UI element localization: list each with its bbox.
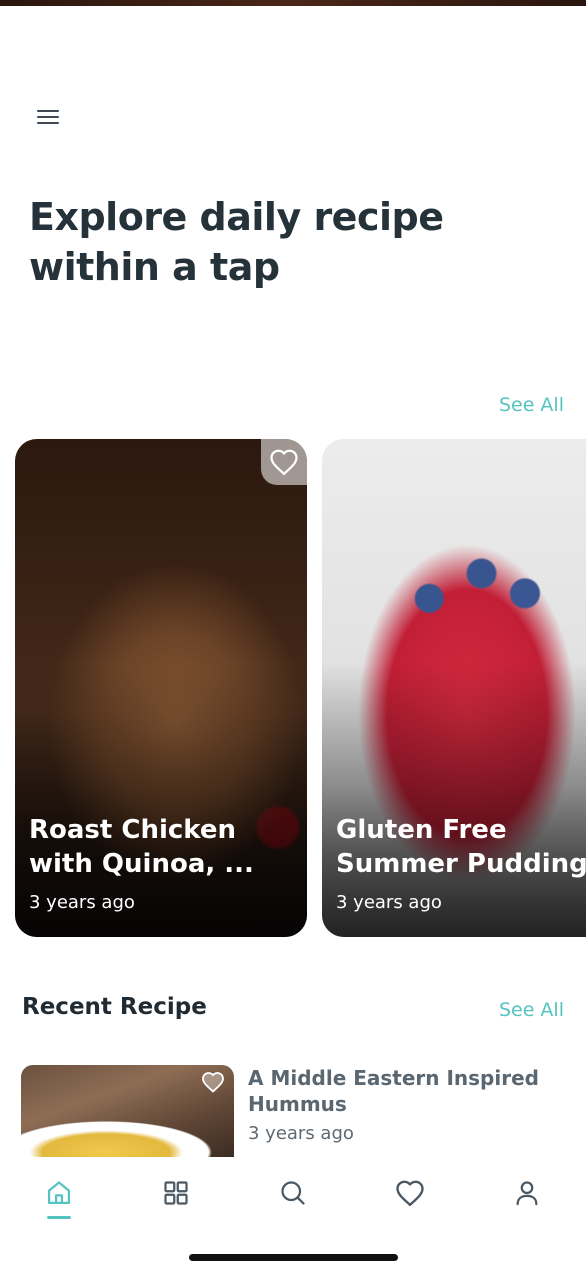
grid-icon [164,1181,188,1205]
recent-see-all-link[interactable]: See All [499,999,564,1021]
recent-section-title: Recent Recipe [22,994,207,1020]
nav-categories[interactable] [156,1173,196,1213]
hamburger-menu-icon[interactable] [36,108,60,128]
status-bar-strip [0,0,586,6]
recent-recipe-title: A Middle Eastern Inspired Hummus [248,1066,539,1116]
active-tab-indicator [47,1216,71,1219]
card-timestamp: 3 years ago [29,892,135,913]
nav-favorites[interactable] [390,1173,430,1213]
heart-icon [396,1180,424,1207]
favorite-button[interactable] [261,439,307,485]
bottom-navigation [0,1157,586,1274]
user-icon [516,1181,538,1206]
nav-search[interactable] [273,1173,313,1213]
page-headline: Explore daily recipe within a tap [29,195,444,289]
heart-outline-icon [270,449,298,476]
recent-recipe-item[interactable]: A Middle Eastern Inspired Hummus 3 years… [21,1065,566,1157]
favorite-button[interactable] [201,1071,227,1097]
card-title: Gluten Free Summer Pudding [336,815,586,879]
search-icon [281,1181,305,1205]
nav-home[interactable] [39,1173,79,1213]
home-icon [47,1181,71,1205]
featured-recipe-card[interactable]: Gluten Free Summer Pudding 3 years ago [322,439,586,937]
home-indicator-bar [189,1254,398,1261]
featured-recipe-card[interactable]: Roast Chicken with Quinoa, ... 3 years a… [15,439,307,937]
card-timestamp: 3 years ago [336,892,442,913]
card-title: Roast Chicken with Quinoa, ... [29,815,254,879]
recent-recipe-timestamp: 3 years ago [248,1123,354,1144]
heart-outline-icon [202,1072,224,1093]
featured-see-all-link[interactable]: See All [499,394,564,416]
nav-profile[interactable] [507,1173,547,1213]
